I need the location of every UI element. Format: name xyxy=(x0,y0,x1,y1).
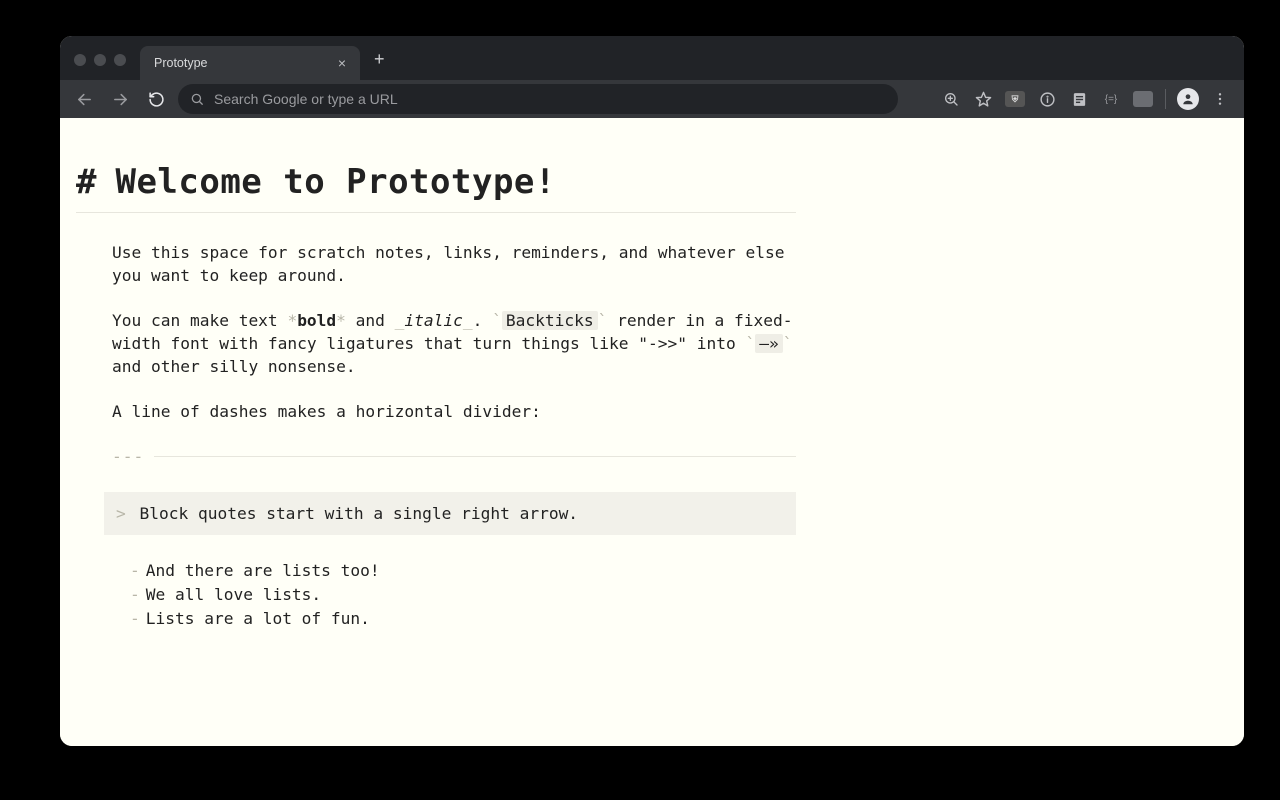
arrow-left-icon xyxy=(76,91,93,108)
intro-paragraph: Use this space for scratch notes, links,… xyxy=(112,241,796,287)
formatting-paragraph: You can make text *bold* and _italic_. `… xyxy=(112,309,796,378)
bullet-list: -And there are lists too! -We all love l… xyxy=(130,559,796,630)
window-controls xyxy=(60,54,140,80)
tab-title: Prototype xyxy=(154,56,324,70)
text-run: and xyxy=(346,311,395,330)
zoom-window-dot[interactable] xyxy=(114,54,126,66)
omnibox[interactable]: Search Google or type a URL xyxy=(178,84,898,114)
avatar-icon xyxy=(1177,88,1199,110)
reload-icon xyxy=(148,91,165,108)
info-icon xyxy=(1039,91,1056,108)
blockquote-marker: > xyxy=(116,504,126,523)
page-title: Welcome to Prototype! xyxy=(115,158,555,206)
minimize-window-dot[interactable] xyxy=(94,54,106,66)
inline-code: Backticks xyxy=(502,311,598,330)
code-marker: ` xyxy=(598,311,608,330)
toolbar-right: ⛨ {=} xyxy=(937,85,1234,113)
heading-marker: # xyxy=(76,158,97,206)
italic-text: italic xyxy=(404,311,462,330)
omnibox-placeholder: Search Google or type a URL xyxy=(214,91,398,107)
braces-ext-icon: {=} xyxy=(1105,94,1118,105)
divider-intro-paragraph: A line of dashes makes a horizontal divi… xyxy=(112,400,796,423)
menu-button[interactable] xyxy=(1206,85,1234,113)
square-ext-icon xyxy=(1133,91,1153,107)
bold-marker: * xyxy=(336,311,346,330)
back-button[interactable] xyxy=(70,85,98,113)
text-run: . xyxy=(473,311,493,330)
list-marker: - xyxy=(130,585,140,604)
toolbar: Search Google or type a URL ⛨ {=} xyxy=(60,80,1244,118)
blockquote-text: Block quotes start with a single right a… xyxy=(140,504,579,523)
bold-text: bold xyxy=(297,311,336,330)
hr-marker: --- xyxy=(112,445,144,468)
search-icon xyxy=(190,92,204,106)
toolbar-divider xyxy=(1165,89,1166,109)
kebab-icon xyxy=(1212,91,1228,107)
reader-button[interactable] xyxy=(1065,85,1093,113)
italic-marker: _ xyxy=(463,311,473,330)
reader-icon xyxy=(1071,91,1088,108)
zoom-icon xyxy=(943,91,959,107)
info-button[interactable] xyxy=(1033,85,1061,113)
list-marker: - xyxy=(130,609,140,628)
text-run: You can make text xyxy=(112,311,287,330)
document: # Welcome to Prototype! Use this space f… xyxy=(76,158,796,630)
extension-2-button[interactable]: {=} xyxy=(1097,85,1125,113)
extension-1-button[interactable]: ⛨ xyxy=(1001,85,1029,113)
tab-strip: Prototype × + xyxy=(60,36,1244,80)
list-item-text: We all love lists. xyxy=(146,585,321,604)
extension-3-button[interactable] xyxy=(1129,85,1157,113)
tab-prototype[interactable]: Prototype × xyxy=(140,46,360,80)
italic-marker: _ xyxy=(395,311,405,330)
reload-button[interactable] xyxy=(142,85,170,113)
list-item-text: And there are lists too! xyxy=(146,561,380,580)
page-content[interactable]: # Welcome to Prototype! Use this space f… xyxy=(60,118,1244,746)
blockquote: > Block quotes start with a single right… xyxy=(104,492,796,535)
bold-marker: * xyxy=(287,311,297,330)
horizontal-rule: --- xyxy=(112,445,796,468)
inline-code: —» xyxy=(755,334,783,353)
hr-line xyxy=(154,456,796,457)
close-window-dot[interactable] xyxy=(74,54,86,66)
browser-window: Prototype × + Search Google or type a UR… xyxy=(60,36,1244,746)
forward-button[interactable] xyxy=(106,85,134,113)
profile-button[interactable] xyxy=(1174,85,1202,113)
code-marker: ` xyxy=(492,311,502,330)
code-marker: ` xyxy=(783,334,793,353)
list-item: -Lists are a lot of fun. xyxy=(130,607,796,630)
bookmark-button[interactable] xyxy=(969,85,997,113)
list-marker: - xyxy=(130,561,140,580)
heading-row: # Welcome to Prototype! xyxy=(76,158,796,213)
shield-ext-icon: ⛨ xyxy=(1005,91,1025,107)
new-tab-button[interactable]: + xyxy=(360,49,399,80)
list-item: -We all love lists. xyxy=(130,583,796,606)
text-run: and other silly nonsense. xyxy=(112,357,356,376)
list-item-text: Lists are a lot of fun. xyxy=(146,609,370,628)
tab-close-button[interactable]: × xyxy=(334,55,350,71)
star-icon xyxy=(975,91,992,108)
arrow-right-icon xyxy=(112,91,129,108)
code-marker: ` xyxy=(745,334,755,353)
zoom-indicator-button[interactable] xyxy=(937,85,965,113)
list-item: -And there are lists too! xyxy=(130,559,796,582)
